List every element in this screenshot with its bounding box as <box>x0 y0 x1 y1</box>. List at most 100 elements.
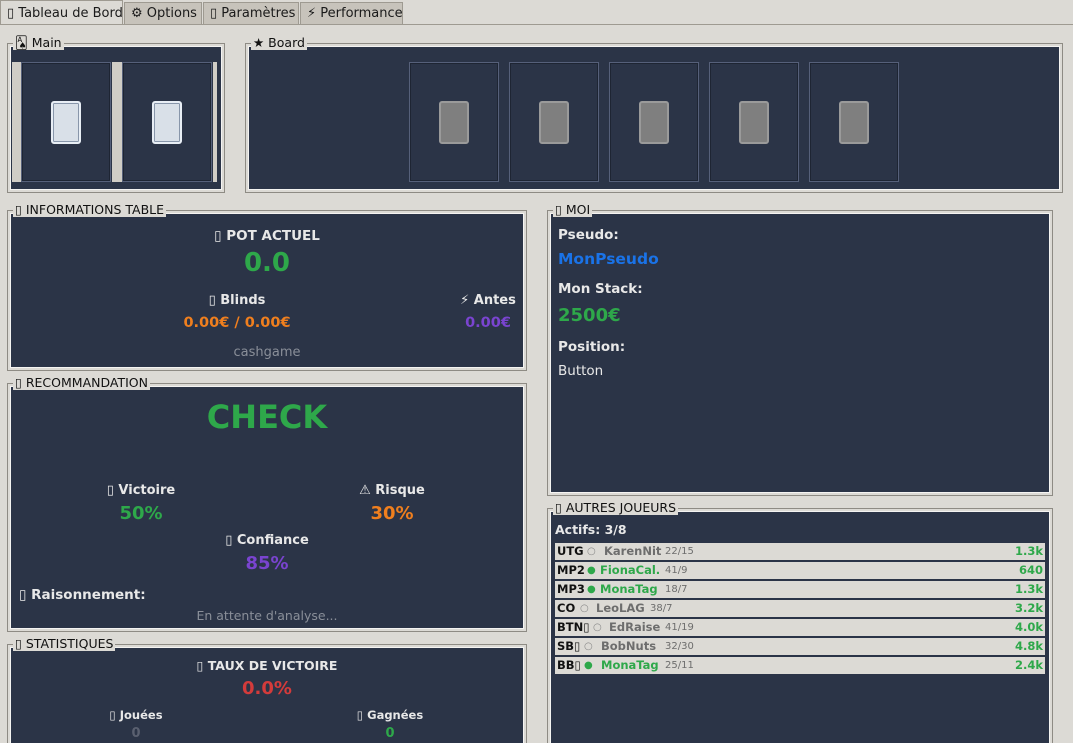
recommended-action: CHECK <box>206 398 328 436</box>
card-back-icon <box>51 101 81 144</box>
table-info-title: ▯ INFORMATIONS TABLE <box>13 202 167 217</box>
player-vpip: 41/19 <box>665 622 694 633</box>
reasoning-label: ▯ Raisonnement: <box>19 587 146 603</box>
played-label: ▯ Jouées <box>109 708 163 722</box>
position-value: Button <box>558 363 604 379</box>
hand-card-1 <box>21 62 111 182</box>
player-name: BobNuts <box>601 639 657 653</box>
board-card-3 <box>609 62 699 182</box>
player-position: MP3 <box>557 582 585 596</box>
player-vpip: 18/7 <box>665 584 688 595</box>
tab-label: Performance <box>320 6 403 21</box>
player-stack: 1.3k <box>1014 582 1043 596</box>
player-name: MonaTag <box>600 582 658 596</box>
recommendation-title: ▯ RECOMMANDATION <box>13 375 150 390</box>
tab-settings[interactable]: ▯ Paramètres <box>203 2 299 25</box>
player-stack: 3.2k <box>1014 601 1043 615</box>
tab-divider <box>0 24 1073 25</box>
player-name: KarenNit <box>604 544 662 558</box>
player-vpip: 41/9 <box>665 565 688 576</box>
player-row[interactable]: MP3 ● MonaTag 18/7 1.3k <box>555 581 1045 598</box>
gear-icon: ⚙ <box>131 6 143 21</box>
player-position: BB▯ <box>557 658 581 672</box>
tab-label: Tableau de Bord <box>18 6 123 21</box>
player-row[interactable]: SB▯ ○ BobNuts 32/30 4.8k <box>555 638 1045 655</box>
victory-value: 50% <box>119 503 163 524</box>
card-placeholder-icon <box>539 101 569 144</box>
position-label: Position: <box>558 339 626 355</box>
confidence-value: 85% <box>245 553 289 574</box>
player-position: BTN▯ <box>557 620 590 634</box>
blinds-value: 0.00€ / 0.00€ <box>183 315 291 331</box>
stats-panel-title: ▯ STATISTIQUES <box>13 636 116 651</box>
tab-performance[interactable]: ⚡ Performance <box>300 2 403 25</box>
player-row[interactable]: BTN▯ ○ EdRaise 41/19 4.0k <box>555 619 1045 636</box>
won-value: 0 <box>385 726 395 741</box>
player-name: MonaTag <box>601 658 659 672</box>
antes-value: 0.00€ <box>465 315 511 331</box>
tab-bar: ▯ Tableau de Bord ⚙ Options ▯ Paramètres… <box>0 0 1073 25</box>
card-placeholder-icon <box>439 101 469 144</box>
tab-dashboard[interactable]: ▯ Tableau de Bord <box>0 0 123 25</box>
player-vpip: 32/30 <box>665 641 694 652</box>
stack-value: 2500€ <box>558 305 621 326</box>
lightning-icon: ⚡ <box>307 6 317 21</box>
risk-value: 30% <box>370 503 414 524</box>
status-dot-icon: ○ <box>584 641 593 652</box>
status-dot-icon: ● <box>584 660 593 671</box>
hand-card-2 <box>122 62 212 182</box>
board-card-1 <box>409 62 499 182</box>
board-card-5 <box>809 62 899 182</box>
card-placeholder-icon <box>639 101 669 144</box>
active-value: 3/8 <box>604 522 627 537</box>
pseudo-label: Pseudo: <box>558 227 619 243</box>
player-name: LeoLAG <box>596 601 645 615</box>
player-row[interactable]: CO ○ LeoLAG 38/7 3.2k <box>555 600 1045 617</box>
reasoning-value: En attente d'analyse... <box>196 608 338 623</box>
confidence-label: ▯ Confiance <box>225 533 309 548</box>
player-stack: 4.8k <box>1014 639 1043 653</box>
player-stack: 2.4k <box>1014 658 1043 672</box>
player-vpip: 38/7 <box>650 603 673 614</box>
hand-panel-title: 🂡 Main <box>13 35 64 50</box>
played-value: 0 <box>131 726 141 741</box>
player-row[interactable]: UTG ○ KarenNit 22/15 1.3k <box>555 543 1045 560</box>
victory-label: ▯ Victoire <box>106 483 176 498</box>
player-position: MP2 <box>557 563 585 577</box>
player-stack: 4.0k <box>1014 620 1043 634</box>
settings-icon: ▯ <box>210 6 218 21</box>
status-dot-icon: ● <box>587 565 596 576</box>
won-label: ▯ Gagnées <box>356 708 424 722</box>
hand-divider <box>213 62 217 182</box>
tab-label: Options <box>146 6 197 21</box>
tab-label: Paramètres <box>221 6 296 21</box>
player-name: FionaCal. <box>600 563 661 577</box>
card-back-icon <box>152 101 182 144</box>
player-row[interactable]: BB▯ ● MonaTag 25/11 2.4k <box>555 657 1045 674</box>
card-placeholder-icon <box>739 101 769 144</box>
risk-label: ⚠ Risque <box>359 483 425 498</box>
player-vpip: 22/15 <box>665 546 694 557</box>
player-vpip: 25/11 <box>665 660 694 671</box>
card-placeholder-icon <box>839 101 869 144</box>
board-card-2 <box>509 62 599 182</box>
active-label: Actifs: <box>555 522 601 537</box>
player-position: CO <box>557 601 576 615</box>
game-type: cashgame <box>233 345 301 360</box>
win-rate-value: 0.0% <box>242 678 292 699</box>
status-dot-icon: ○ <box>593 622 602 633</box>
pot-value: 0.0 <box>243 248 291 278</box>
player-position: SB▯ <box>557 639 581 653</box>
status-dot-icon: ● <box>587 584 596 595</box>
player-row[interactable]: MP2 ● FionaCal. 41/9 640 <box>555 562 1045 579</box>
other-players-title: ▯ AUTRES JOUEURS <box>553 500 679 515</box>
player-name: EdRaise <box>609 620 661 634</box>
tab-options[interactable]: ⚙ Options <box>124 2 202 25</box>
status-dot-icon: ○ <box>580 603 589 614</box>
dashboard-icon: ▯ <box>7 6 15 21</box>
board-panel-title: ★ Board <box>251 35 307 50</box>
hand-divider <box>112 62 122 182</box>
pseudo-value: MonPseudo <box>558 250 659 268</box>
blinds-label: ▯ Blinds <box>208 293 266 308</box>
win-rate-label: ▯ TAUX DE VICTOIRE <box>196 658 338 673</box>
